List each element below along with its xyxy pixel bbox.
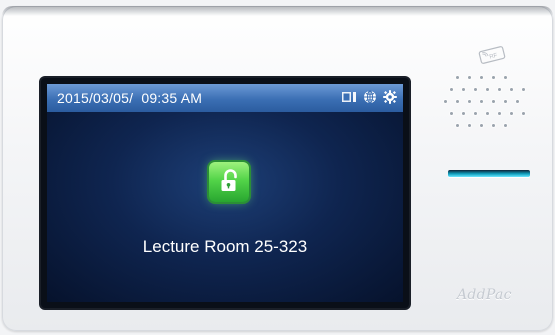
speaker-grille: [440, 70, 526, 140]
screen-bezel: 2015/03/05/ 09:35 AM Lecture Room 25-323: [41, 78, 409, 308]
speaker-hole: [474, 88, 477, 91]
speaker-hole: [504, 100, 507, 103]
card-reader-indicator: [448, 170, 530, 177]
speaker-hole: [510, 88, 513, 91]
speaker-hole: [456, 124, 459, 127]
globe-icon[interactable]: [363, 90, 377, 104]
speaker-hole: [456, 76, 459, 79]
speaker-hole: [480, 124, 483, 127]
speaker-hole: [450, 88, 453, 91]
speaker-hole: [468, 100, 471, 103]
speaker-hole: [492, 124, 495, 127]
speaker-hole: [498, 88, 501, 91]
speaker-hole: [486, 112, 489, 115]
gear-icon[interactable]: [383, 90, 397, 104]
speaker-hole: [522, 112, 525, 115]
speaker-hole: [504, 76, 507, 79]
room-name-label: Lecture Room 25-323: [142, 237, 308, 256]
speaker-hole: [462, 112, 465, 115]
speaker-hole: [462, 88, 465, 91]
speaker-hole: [492, 76, 495, 79]
speaker-hole: [510, 112, 513, 115]
status-bar: 2015/03/05/ 09:35 AM: [47, 84, 403, 112]
unlock-padlock-icon: [209, 162, 249, 202]
brand-logo: AddPac: [457, 287, 512, 303]
speaker-hole: [486, 88, 489, 91]
datetime-display: 2015/03/05/ 09:35 AM: [57, 90, 203, 106]
speaker-hole: [468, 124, 471, 127]
door-panel-icon[interactable]: [341, 90, 357, 104]
speaker-hole: [516, 100, 519, 103]
speaker-hole: [504, 124, 507, 127]
speaker-hole: [522, 88, 525, 91]
speaker-hole: [450, 112, 453, 115]
rf-reader-icon: RF: [476, 46, 508, 69]
speaker-hole: [492, 100, 495, 103]
speaker-hole: [468, 76, 471, 79]
device-top-edge: [2, 6, 553, 16]
speaker-hole: [480, 100, 483, 103]
access-control-device: 2015/03/05/ 09:35 AM Lecture Room 25-323…: [2, 6, 553, 331]
speaker-hole: [480, 76, 483, 79]
unlock-status-tile: [209, 162, 249, 202]
touch-screen[interactable]: 2015/03/05/ 09:35 AM Lecture Room 25-323: [47, 84, 403, 302]
status-icons: [341, 90, 397, 104]
speaker-hole: [474, 112, 477, 115]
speaker-hole: [444, 100, 447, 103]
speaker-hole: [498, 112, 501, 115]
speaker-hole: [456, 100, 459, 103]
